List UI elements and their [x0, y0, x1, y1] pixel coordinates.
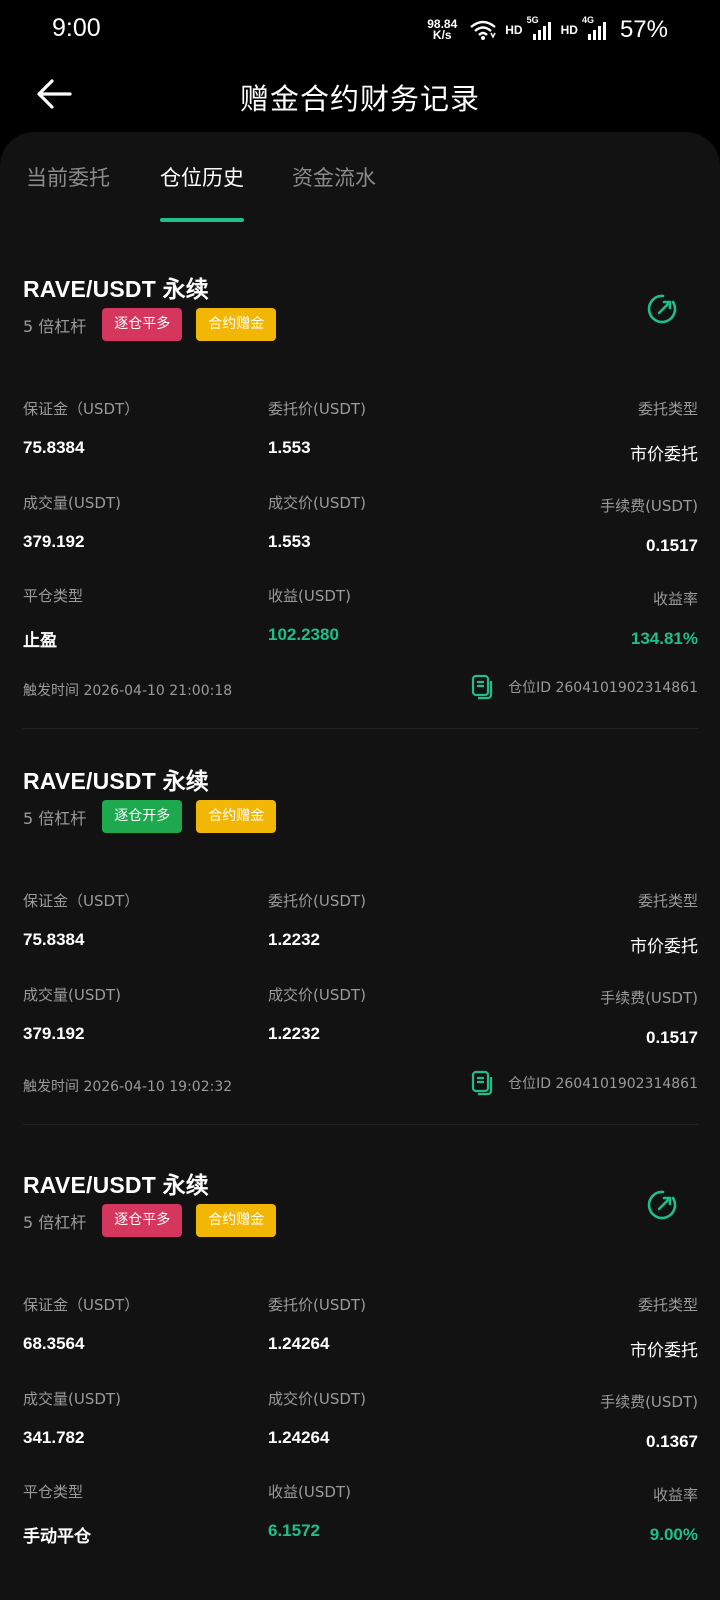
position-id: 仓位ID 2604101902314861	[508, 680, 698, 696]
deal-price-label: 成交价(USDT)	[268, 494, 366, 512]
tab-position-history[interactable]: 仓位历史	[160, 162, 244, 192]
position-card: RAVE/USDT 永续 5 倍杠杆 逐仓平多 合约赠金 保证金（USDT） 6…	[23, 1166, 698, 1596]
leverage-label: 5 倍杠杆	[23, 808, 87, 828]
bonus-tag: 合约赠金	[196, 800, 277, 833]
order-type-label: 委托类型	[637, 892, 698, 910]
order-type-value: 市价委托	[630, 937, 698, 957]
order-price-value: 1.553	[268, 438, 311, 457]
bonus-tag: 合约赠金	[196, 308, 277, 341]
fee-value: 0.1517	[646, 536, 698, 555]
order-type-label: 委托类型	[637, 400, 698, 418]
position-id: 仓位ID 2604101902314861	[508, 1076, 698, 1092]
margin-value: 68.3564	[23, 1334, 85, 1353]
roi-label: 收益率	[652, 1486, 698, 1504]
close-type-label: 平仓类型	[23, 587, 84, 605]
status-icons: 98.84 K/s HD 5G HD 4G 57%	[427, 15, 668, 44]
order-price-value: 1.24264	[268, 1334, 330, 1353]
wifi-icon	[470, 20, 497, 40]
fee-label: 手续费(USDT)	[600, 1393, 698, 1411]
nav-bar: 赠金合约财务记录	[0, 60, 720, 132]
deal-price-value: 1.553	[268, 532, 311, 551]
volume-label: 成交量(USDT)	[23, 1390, 121, 1408]
order-price-label: 委托价(USDT)	[268, 892, 366, 910]
fee-label: 手续费(USDT)	[600, 989, 698, 1007]
network-speed: 98.84 K/s	[427, 18, 457, 42]
card-title: RAVE/USDT 永续	[23, 768, 209, 794]
share-icon[interactable]	[646, 1188, 680, 1222]
deal-price-label: 成交价(USDT)	[268, 986, 366, 1004]
card-title: RAVE/USDT 永续	[23, 1172, 209, 1198]
copy-document-icon[interactable]	[470, 1070, 496, 1096]
position-side-tag: 逐仓平多	[102, 308, 183, 341]
position-card: RAVE/USDT 永续 5 倍杠杆 逐仓平多 合约赠金 保证金（USDT） 7…	[23, 270, 698, 730]
close-type-value: 手动平仓	[23, 1527, 91, 1547]
margin-label: 保证金（USDT）	[23, 892, 140, 910]
page-title: 赠金合约财务记录	[239, 82, 480, 116]
order-type-value: 市价委托	[630, 1341, 698, 1361]
volume-label: 成交量(USDT)	[23, 494, 121, 512]
volume-label: 成交量(USDT)	[23, 986, 121, 1004]
net-speed-unit: K/s	[432, 28, 452, 42]
margin-value: 75.8384	[23, 930, 85, 949]
signal-gen-label-2: 4G	[581, 15, 594, 25]
margin-label: 保证金（USDT）	[23, 1296, 140, 1314]
signal-5g-icon: 5G	[527, 15, 553, 41]
position-id-row[interactable]: 仓位ID 2604101902314861	[470, 1070, 698, 1096]
fee-label: 手续费(USDT)	[600, 497, 698, 515]
order-price-label: 委托价(USDT)	[268, 400, 366, 418]
position-side-tag: 逐仓平多	[102, 1204, 183, 1237]
position-id-row[interactable]: 仓位ID 2604101902314861	[470, 674, 698, 700]
fee-value: 0.1367	[646, 1432, 698, 1451]
pnl-label: 收益(USDT)	[268, 1483, 351, 1501]
share-icon[interactable]	[646, 292, 680, 326]
margin-label: 保证金（USDT）	[23, 400, 140, 418]
order-type-label: 委托类型	[637, 1296, 698, 1314]
fee-value: 0.1517	[646, 1028, 698, 1047]
roi-label: 收益率	[652, 590, 698, 608]
leverage-label: 5 倍杠杆	[23, 1212, 87, 1232]
position-card: RAVE/USDT 永续 5 倍杠杆 逐仓开多 合约赠金 保证金（USDT） 7…	[23, 762, 698, 1128]
close-type-label: 平仓类型	[23, 1483, 84, 1501]
card-divider	[23, 1124, 698, 1125]
deal-price-value: 1.24264	[268, 1428, 330, 1447]
card-subtitle: 5 倍杠杆 逐仓平多 合约赠金	[23, 308, 290, 341]
roi-value: 134.81%	[630, 629, 698, 648]
status-bar: 9:00 98.84 K/s HD 5G HD 4G 57%	[0, 0, 720, 60]
deal-price-value: 1.2232	[268, 1024, 320, 1043]
roi-value: 9.00%	[649, 1525, 698, 1544]
hd-indicator-2: HD	[560, 23, 578, 37]
order-price-value: 1.2232	[268, 930, 320, 949]
copy-document-icon[interactable]	[470, 674, 496, 700]
pnl-value: 6.1572	[268, 1521, 320, 1540]
position-side-tag: 逐仓开多	[102, 800, 183, 833]
card-divider	[23, 728, 698, 729]
volume-value: 379.192	[23, 532, 85, 551]
pnl-label: 收益(USDT)	[268, 587, 351, 605]
signal-gen-label: 5G	[526, 15, 539, 25]
margin-value: 75.8384	[23, 438, 85, 457]
tab-fund-flow[interactable]: 资金流水	[292, 162, 376, 192]
bonus-tag: 合约赠金	[196, 1204, 277, 1237]
order-type-value: 市价委托	[630, 445, 698, 465]
content-panel: 当前委托 仓位历史 资金流水 RAVE/USDT 永续 5 倍杠杆 逐仓平多 合…	[0, 132, 720, 1600]
card-subtitle: 5 倍杠杆 逐仓平多 合约赠金	[23, 1204, 290, 1237]
signal-4g-icon: 4G	[582, 15, 608, 41]
tab-bar: 当前委托 仓位历史 资金流水	[0, 132, 720, 224]
order-price-label: 委托价(USDT)	[268, 1296, 366, 1314]
close-type-value: 止盈	[23, 631, 57, 651]
tab-current-orders[interactable]: 当前委托	[26, 162, 110, 192]
pnl-value: 102.2380	[268, 625, 339, 644]
status-time: 9:00	[52, 14, 101, 42]
leverage-label: 5 倍杠杆	[23, 316, 87, 336]
volume-value: 379.192	[23, 1024, 85, 1043]
trigger-time: 触发时间 2026-04-10 19:02:32	[23, 1079, 233, 1095]
card-title: RAVE/USDT 永续	[23, 276, 209, 302]
card-subtitle: 5 倍杠杆 逐仓开多 合约赠金	[23, 800, 290, 833]
trigger-time: 触发时间 2026-04-10 21:00:18	[23, 683, 233, 699]
volume-value: 341.782	[23, 1428, 85, 1447]
active-tab-indicator	[160, 218, 244, 222]
deal-price-label: 成交价(USDT)	[268, 1390, 366, 1408]
battery-level: 57%	[619, 16, 668, 43]
hd-indicator: HD	[505, 23, 523, 37]
